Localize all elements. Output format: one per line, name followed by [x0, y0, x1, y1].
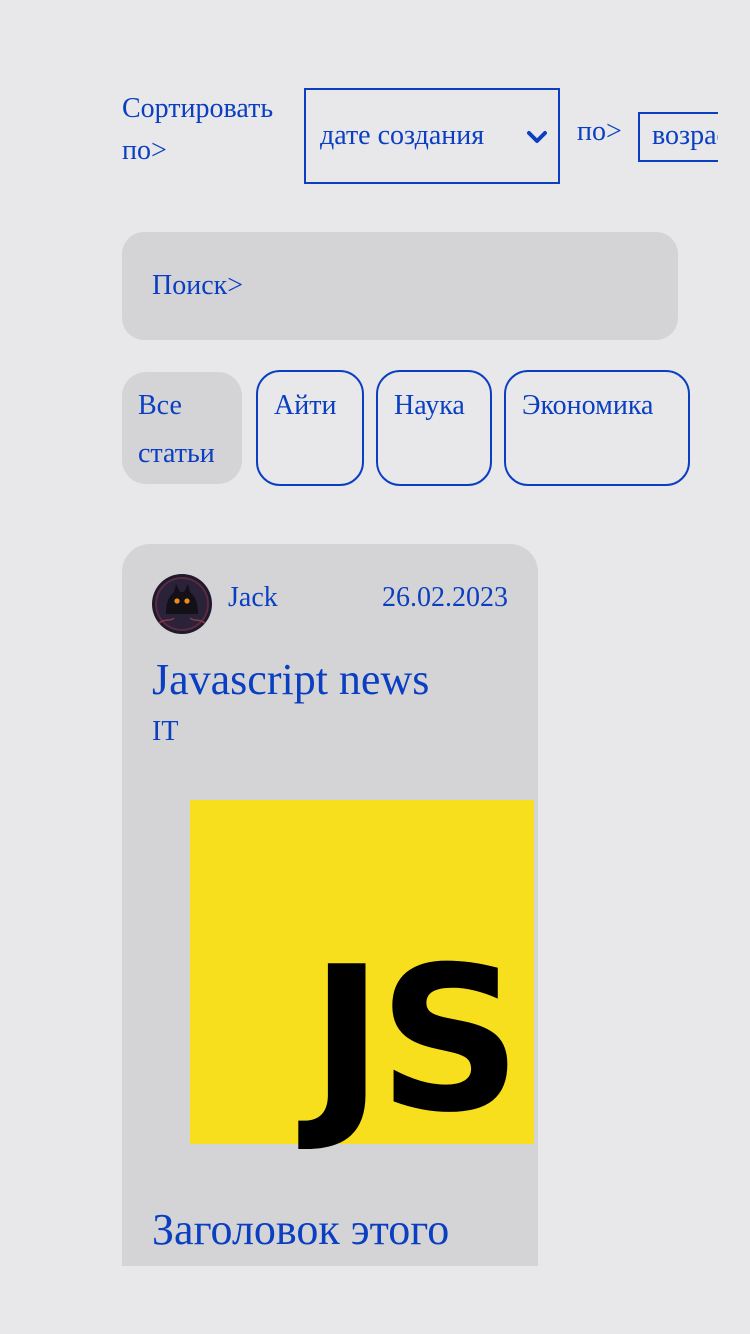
sort-field-value: дате создания	[320, 120, 485, 151]
category-chip-science[interactable]: Наука	[376, 370, 492, 486]
sort-order-select[interactable]: возрастанию	[638, 112, 718, 162]
cat-avatar-icon	[152, 574, 212, 634]
article-category: IT	[152, 716, 179, 747]
article-subtitle: Заголовок этого	[152, 1205, 450, 1254]
sort-bar: Сортировать по> дате создания по> возрас…	[122, 88, 718, 188]
category-chip-label: Наука	[394, 390, 465, 421]
sort-label: Сортировать по>	[122, 93, 274, 166]
sort-order-label: по>	[577, 116, 622, 147]
category-chip-it[interactable]: Айти	[256, 370, 364, 486]
category-chip-economics[interactable]: Экономика	[504, 370, 690, 486]
sort-field-select[interactable]: дате создания	[304, 88, 560, 184]
article-date: 26.02.2023	[382, 582, 508, 613]
article-card[interactable]: Jack 26.02.2023 Javascript news IT JS За…	[122, 544, 538, 1266]
category-chip-label: Все статьи	[138, 390, 215, 469]
page: Сортировать по> дате создания по> возрас…	[0, 0, 750, 1334]
search-label: Поиск>	[152, 270, 244, 301]
avatar[interactable]	[152, 574, 212, 634]
article-image: JS	[190, 800, 534, 1144]
category-chip-label: Экономика	[522, 390, 654, 421]
js-logo-text: JS	[309, 924, 522, 1157]
category-chip-label: Айти	[274, 390, 337, 421]
author-name[interactable]: Jack	[228, 582, 278, 614]
chevron-down-icon	[527, 131, 547, 143]
search-input[interactable]: Поиск>	[122, 232, 678, 340]
article-title[interactable]: Javascript news	[152, 654, 429, 706]
category-chip-all[interactable]: Все статьи	[122, 372, 242, 484]
